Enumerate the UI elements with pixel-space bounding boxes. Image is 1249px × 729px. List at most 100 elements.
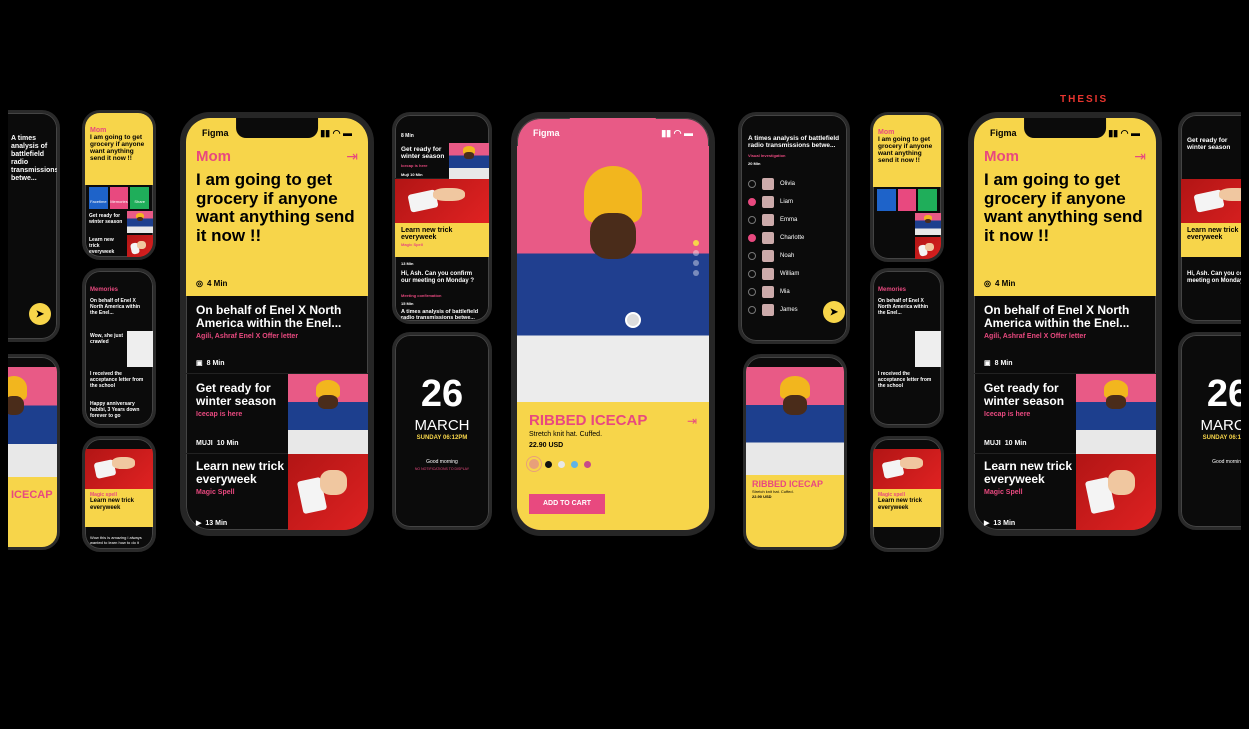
enel-title: On behalf of Enel X North America within… xyxy=(196,303,342,331)
avatar xyxy=(762,250,774,262)
person-row[interactable]: Noah xyxy=(748,247,840,265)
enel-card[interactable]: On behalf of Enel X North America within… xyxy=(974,296,1156,374)
pager-dot-active[interactable] xyxy=(693,240,699,246)
product-image xyxy=(746,367,844,475)
trick-card[interactable]: Learn new trick everyweek Magic Spell ▶ 1… xyxy=(974,454,1156,530)
hotspot-icon[interactable] xyxy=(625,312,641,328)
pager-dot[interactable] xyxy=(693,260,699,266)
phone-memories: Memories On behalf of Enel X North Ameri… xyxy=(82,268,156,428)
person-name: Liam xyxy=(780,199,794,205)
person-row[interactable]: Mia xyxy=(748,283,840,301)
person-row[interactable]: Liam xyxy=(748,193,840,211)
lock-month: MARCH xyxy=(1200,417,1242,434)
select-radio[interactable] xyxy=(748,306,756,314)
product-image xyxy=(517,146,709,402)
person-row[interactable]: Emma xyxy=(748,211,840,229)
magic-title: Learn new trick everyweek xyxy=(878,498,923,511)
share-button[interactable]: Share xyxy=(130,187,150,209)
person-row[interactable]: William xyxy=(748,265,840,283)
phone-partial-right-bottom: 26 MARCH SUNDAY 06:12PM Good morning xyxy=(1178,332,1241,530)
share-icon[interactable]: ⇥ xyxy=(687,414,697,428)
lock-day: 26 xyxy=(1206,373,1241,415)
memories-button[interactable] xyxy=(897,189,917,211)
winter-card[interactable]: Get ready for winter season Icecap is he… xyxy=(974,374,1156,454)
feed-time1: 8 Min xyxy=(401,133,414,139)
feed-winter-time: Muji 10 Min xyxy=(401,172,423,177)
trick-image xyxy=(915,237,941,259)
lock-day: 26 xyxy=(420,373,464,415)
memories-habits: Happy anniversary habibi, 3 Years down f… xyxy=(90,401,140,419)
color-swatch[interactable] xyxy=(545,460,552,468)
select-radio[interactable] xyxy=(748,198,756,206)
enel-card[interactable]: On behalf of Enel X North America within… xyxy=(186,296,368,374)
trick-image xyxy=(127,235,153,257)
select-radio[interactable] xyxy=(748,180,756,188)
lock-datetime: SUNDAY 06:12PM xyxy=(416,435,468,441)
mom-message: I am going to get grocery if anyone want… xyxy=(90,134,145,163)
status-icons: ▮▮ ◠ ▬ xyxy=(661,128,693,138)
feed-meeting-sub: Meeting confirmation xyxy=(401,293,442,298)
status-icons: ▮▮ ◠ ▬ xyxy=(320,128,352,138)
person-row[interactable]: Olivia xyxy=(748,175,840,193)
trick-meta: ▶ 13 Min xyxy=(984,519,1015,528)
mom-message: I am going to get grocery if anyone want… xyxy=(984,170,1143,246)
send-fab-icon[interactable]: ➤ xyxy=(823,301,845,323)
feed-trick-image xyxy=(1181,179,1241,223)
pager-dot[interactable] xyxy=(693,250,699,256)
status-icons: ▮▮ ◠ ▬ xyxy=(1108,128,1140,138)
share-button[interactable] xyxy=(918,189,938,211)
mom-from: Mom xyxy=(878,129,895,136)
feed-trick-image xyxy=(395,179,489,223)
image-pager[interactable] xyxy=(693,240,699,276)
muji-logo: MUJI xyxy=(984,440,1001,447)
memories-button[interactable]: Memories xyxy=(109,187,129,209)
select-radio[interactable] xyxy=(748,234,756,242)
pager-dot[interactable] xyxy=(693,270,699,276)
send-fab-icon[interactable]: ➤ xyxy=(29,303,51,325)
trick-card[interactable]: Learn new trick everyweek Magic Spell ▶ 1… xyxy=(186,454,368,530)
color-swatch[interactable] xyxy=(584,460,591,468)
select-radio[interactable] xyxy=(748,252,756,260)
avatar xyxy=(762,286,774,298)
color-swatch[interactable] xyxy=(571,460,578,468)
enel-title: On behalf of Enel X North America within… xyxy=(984,303,1130,331)
mom-header: Mom ⇥ xyxy=(196,148,358,165)
trick-sub: Magic Spell xyxy=(196,489,235,497)
feed-trick-card[interactable]: Learn new trick everyweek Magic Spell xyxy=(395,223,489,257)
feed-trick-title: Learn new trick everyweek xyxy=(401,227,453,242)
select-radio[interactable] xyxy=(748,270,756,278)
phone-memories-right: Memories On behalf of Enel X North Ameri… xyxy=(870,268,944,428)
winter-image xyxy=(288,374,368,454)
phone-magic-right: Magic spell Learn new trick everyweek xyxy=(870,436,944,552)
feed-winter-card[interactable]: Get ready for winter season Icecap is he… xyxy=(395,143,489,179)
mom-from: Mom xyxy=(90,127,107,134)
reply-icon[interactable]: ⇥ xyxy=(346,148,358,165)
enel-time: 8 Min xyxy=(994,359,1013,367)
baby-photo xyxy=(915,331,941,367)
magic-image xyxy=(85,449,153,489)
winter-title: Get ready for winter season xyxy=(89,213,123,225)
facetime-button[interactable] xyxy=(877,189,896,211)
person-row[interactable]: Charlotte xyxy=(748,229,840,247)
color-swatch[interactable] xyxy=(529,459,539,469)
winter-sub: Icecap is here xyxy=(196,411,243,419)
trick-time: 13 Min xyxy=(205,519,228,527)
winter-image xyxy=(915,213,941,235)
select-radio[interactable] xyxy=(748,288,756,296)
phone-partial-left-top: A times analysis of battlefield radio tr… xyxy=(8,110,60,342)
memories-accept: I received the acceptance letter from th… xyxy=(878,371,932,389)
whatsapp-icon: ◎ xyxy=(984,279,991,288)
color-swatches[interactable] xyxy=(529,459,697,469)
muji-logo: MUJI xyxy=(196,440,213,447)
add-to-cart-button[interactable]: ADD TO CART xyxy=(529,494,605,514)
phone-product: Figma ▮▮ ◠ ▬ RIBBED ICECAP ⇥ Stretch knit… xyxy=(511,112,715,536)
facetime-button[interactable]: Facetime xyxy=(89,187,108,209)
reply-icon[interactable]: ⇥ xyxy=(1134,148,1146,165)
winter-card[interactable]: Get ready for winter season Icecap is he… xyxy=(186,374,368,454)
feed-meeting-time: 15 Min xyxy=(401,301,414,306)
mom-time: 4 Min xyxy=(206,279,228,288)
select-radio[interactable] xyxy=(748,216,756,224)
color-swatch[interactable] xyxy=(558,460,565,468)
product-image xyxy=(8,367,57,477)
teams-icon: ▣ xyxy=(984,360,991,367)
